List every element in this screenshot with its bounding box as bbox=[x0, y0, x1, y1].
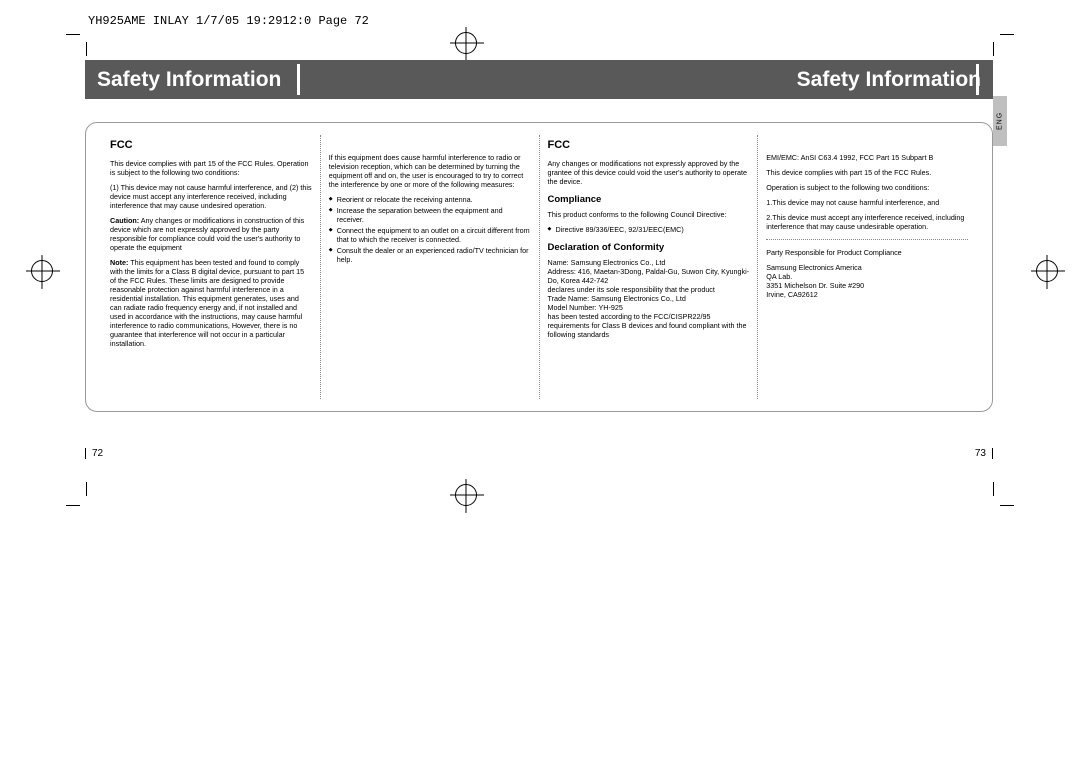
body-text: 1.This device may not cause harmful inte… bbox=[766, 198, 968, 207]
page-number-right: 73 bbox=[975, 448, 993, 459]
crop-mark bbox=[86, 482, 87, 496]
body-text: If this equipment does cause harmful int… bbox=[329, 153, 531, 189]
list-item: Increase the separation between the equi… bbox=[329, 206, 531, 224]
body-text: (1) This device may not cause harmful in… bbox=[110, 183, 312, 210]
body-text: 2.This device must accept any interferen… bbox=[766, 213, 968, 231]
column-4: EMI/EMC: AnSI C63.4 1992, FCC Part 15 Su… bbox=[757, 135, 976, 399]
body-text: Operation is subject to the following tw… bbox=[766, 183, 968, 192]
banner-divider-icon bbox=[976, 64, 979, 95]
crop-mark bbox=[66, 34, 80, 35]
content-frame: FCC This device complies with part 15 of… bbox=[85, 122, 993, 412]
crop-mark bbox=[993, 42, 994, 56]
column-2: If this equipment does cause harmful int… bbox=[320, 135, 539, 399]
body-text: This product conforms to the following C… bbox=[548, 210, 750, 219]
body-text: Party Responsible for Product Compliance bbox=[766, 248, 968, 257]
banner-divider-icon bbox=[297, 64, 300, 95]
crop-mark bbox=[86, 42, 87, 56]
page-number-left: 72 bbox=[85, 448, 103, 459]
header-banner: Safety Information Safety Information bbox=[85, 60, 993, 99]
registration-mark-top bbox=[455, 32, 477, 54]
body-text: Caution: Any changes or modifications in… bbox=[110, 216, 312, 252]
header-title-right: Safety Information bbox=[539, 60, 993, 99]
list-item: Directive 89/336/EEC, 92/31/EEC(EMC) bbox=[548, 225, 750, 234]
list-item: Reorient or relocate the receiving anten… bbox=[329, 195, 531, 204]
page-spread: Safety Information Safety Information FC… bbox=[85, 60, 993, 470]
registration-mark-right bbox=[1036, 260, 1058, 282]
list-item: Connect the equipment to an outlet on a … bbox=[329, 226, 531, 244]
fcc-heading-right: FCC bbox=[548, 139, 750, 153]
list-item: Consult the dealer or an experienced rad… bbox=[329, 246, 531, 264]
body-text: Any changes or modifications not express… bbox=[548, 159, 750, 186]
print-metadata: YH925AME INLAY 1/7/05 19:2912:0 Page 72 bbox=[88, 14, 369, 28]
body-text: This device complies with part 15 of the… bbox=[766, 168, 968, 177]
registration-mark-bottom bbox=[455, 484, 477, 506]
fcc-heading-left: FCC bbox=[110, 139, 312, 153]
crop-mark bbox=[1000, 505, 1014, 506]
crop-mark bbox=[66, 505, 80, 506]
body-text: Samsung Electronics America QA Lab. 3351… bbox=[766, 263, 968, 299]
compliance-heading: Compliance bbox=[548, 194, 750, 206]
registration-mark-left bbox=[31, 260, 53, 282]
body-text: Name: Samsung Electronics Co., Ltd Addre… bbox=[548, 258, 750, 339]
language-tab: ENG bbox=[993, 96, 1007, 146]
crop-mark bbox=[993, 482, 994, 496]
body-text: Note: This equipment has been tested and… bbox=[110, 258, 312, 348]
text-columns: FCC This device complies with part 15 of… bbox=[102, 135, 976, 399]
body-text: This device complies with part 15 of the… bbox=[110, 159, 312, 177]
directive-list: Directive 89/336/EEC, 92/31/EEC(EMC) bbox=[548, 225, 750, 234]
declaration-heading: Declaration of Conformity bbox=[548, 242, 750, 254]
column-1: FCC This device complies with part 15 of… bbox=[102, 135, 320, 399]
crop-mark bbox=[1000, 34, 1014, 35]
body-text: EMI/EMC: AnSI C63.4 1992, FCC Part 15 Su… bbox=[766, 153, 968, 162]
header-title-left: Safety Information bbox=[85, 60, 539, 99]
measures-list: Reorient or relocate the receiving anten… bbox=[329, 195, 531, 264]
column-3: FCC Any changes or modifications not exp… bbox=[539, 135, 758, 399]
